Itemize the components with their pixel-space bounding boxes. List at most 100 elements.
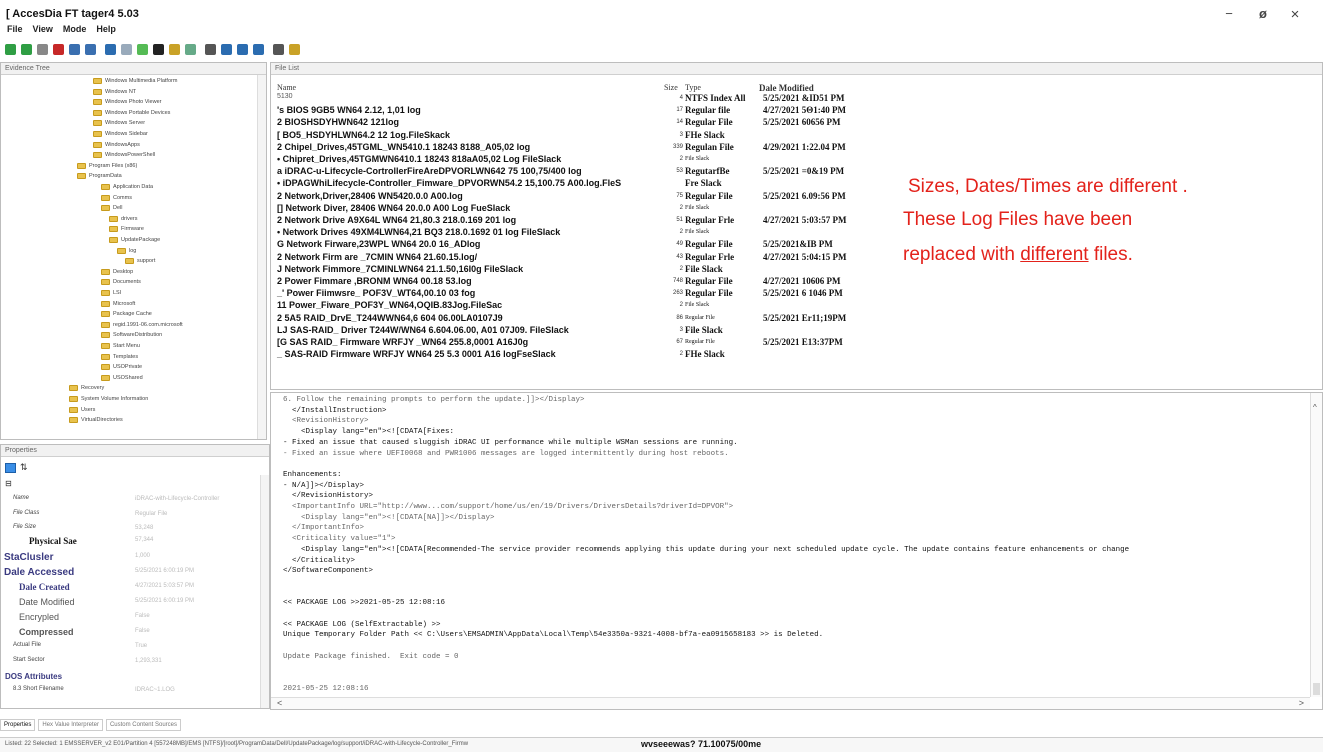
file-row[interactable]: a iDRAC-u-Lifecycle-CortrollerFireAreDPV…: [271, 166, 911, 178]
tree-item[interactable]: drivers: [109, 215, 138, 223]
tree-item[interactable]: WindowsApps: [93, 141, 140, 149]
minus-icon[interactable]: [153, 43, 164, 55]
tree-item[interactable]: Recovery: [69, 384, 104, 392]
list-icon[interactable]: [221, 43, 232, 55]
file-row[interactable]: [] Network Diver, 28406 WN64 20.0.0 A00 …: [271, 203, 911, 215]
tree-item[interactable]: Program Files (x86): [77, 162, 137, 170]
tree-item-label: Documents: [113, 279, 141, 286]
properties-scrollbar[interactable]: [260, 475, 269, 708]
file-row[interactable]: G Network Firware,23WPL WN64 20.0 16_ADl…: [271, 239, 911, 251]
column-name[interactable]: Name: [277, 83, 296, 92]
close-button[interactable]: ×: [1284, 6, 1306, 23]
tree-item[interactable]: Package Cache: [101, 310, 152, 318]
file-row[interactable]: • Network Drives 49XM4LWN64,21 BQ3 218.0…: [271, 227, 911, 239]
file-row[interactable]: • iDPAGWhiLifecycle-Controller_Fimware_D…: [271, 178, 911, 190]
column-date-modified[interactable]: Dale Modified: [759, 83, 814, 93]
tree-item[interactable]: regid.1991-06.com.microsoft: [101, 321, 183, 329]
sort-az-icon[interactable]: ⇅: [20, 462, 28, 473]
tree-item[interactable]: Windows Portable Devices: [93, 109, 170, 117]
minimize-button[interactable]: −: [1218, 6, 1240, 22]
tree-item[interactable]: ProgramData: [77, 172, 122, 180]
viewer-horizontal-scrollbar[interactable]: < >: [271, 697, 1310, 709]
tile-icon[interactable]: [85, 43, 96, 55]
tree-item[interactable]: USOShared: [101, 374, 143, 382]
tree-scrollbar[interactable]: [257, 75, 266, 439]
file-row[interactable]: 5130 4 NTFS Index All 5/25/2021 &ID51 PM: [271, 93, 911, 105]
file-row[interactable]: 11 Power_Fiware_POF3Y_WN64,OQIB.83Jog.Fi…: [271, 300, 911, 312]
image-icon[interactable]: [69, 43, 80, 55]
tree-item[interactable]: Windows Multimedia Platform: [93, 77, 177, 85]
file-row[interactable]: [G SAS RAID_ Firmware WRFJY _WN64 255.8,…: [271, 337, 911, 349]
tree-item[interactable]: Templates: [101, 353, 138, 361]
menu-help[interactable]: Help: [96, 24, 116, 38]
tree-item[interactable]: VirtualDirectories: [69, 416, 123, 424]
viewer-vertical-scrollbar[interactable]: ^: [1310, 393, 1322, 697]
green-db-icon[interactable]: [5, 43, 16, 55]
tree-item[interactable]: Firmware: [109, 225, 144, 233]
file-row[interactable]: J Network Fimmore_7CMINLWN64 21.1.50,16I…: [271, 264, 911, 276]
tree-item-label: drivers: [121, 215, 138, 222]
scroll-right-icon[interactable]: >: [1299, 698, 1304, 708]
tree-item[interactable]: Desktop: [101, 268, 133, 276]
tree-item[interactable]: Windows Sidebar: [93, 130, 148, 138]
file-row[interactable]: • Chipret_Drives,45TGMWN6410.1 18243 818…: [271, 154, 911, 166]
tree-item[interactable]: SoftwareDistribution: [101, 331, 162, 339]
gray-icon[interactable]: [37, 43, 48, 55]
file-row[interactable]: 2 Network Drive A9X64L WN64 21,80.3 218.…: [271, 215, 911, 227]
file-row[interactable]: 2 Network,Driver,28406 WN5420.0.0 A00.lo…: [271, 191, 911, 203]
tree-item[interactable]: Documents: [101, 278, 141, 286]
cloud-icon[interactable]: [121, 43, 132, 55]
page-icon[interactable]: [169, 43, 180, 55]
file-row[interactable]: 2 Power Fimmare ,BRONM WN64 00.18 53.log…: [271, 276, 911, 288]
tab-properties[interactable]: Properties: [0, 719, 36, 731]
column-size[interactable]: Size: [664, 83, 678, 92]
key-icon[interactable]: [289, 43, 300, 55]
grid-icon[interactable]: [237, 43, 248, 55]
maximize-button[interactable]: ø: [1252, 6, 1274, 22]
tree-item[interactable]: Microsoft: [101, 300, 135, 308]
scroll-left-icon[interactable]: <: [277, 698, 282, 708]
tree-item[interactable]: Application Data: [101, 183, 153, 191]
scroll-thumb[interactable]: [1313, 683, 1320, 695]
file-row[interactable]: [ BO5_HSDYHLWN64.2 12 1og.FileSkack 3 FHe …: [271, 130, 911, 142]
collapse-icon[interactable]: ⊟: [5, 479, 12, 488]
scroll-up-icon[interactable]: ^: [1313, 403, 1317, 412]
tree-item[interactable]: LSI: [101, 289, 121, 297]
file-row[interactable]: 2 Chipel_Drives,45TGML_WN5410.1 18243 81…: [271, 142, 911, 154]
menu-file[interactable]: File: [7, 24, 23, 38]
tree-item[interactable]: Start Menu: [101, 342, 140, 350]
tree-item[interactable]: WindowsPowerShell: [93, 151, 155, 159]
tab-custom-content[interactable]: Custom Content Sources: [105, 719, 181, 731]
tree-item[interactable]: Dell: [101, 204, 122, 212]
tree-item[interactable]: Comms: [101, 194, 132, 202]
file-row[interactable]: 's BIOS 9GB5 WN64 2.12, 1,01 log 17 Regula…: [271, 105, 911, 117]
save-icon[interactable]: [105, 43, 116, 55]
file-row[interactable]: _ SAS-RAID Firmware WRFJY WN64 25 5.3 00…: [271, 349, 911, 361]
tree-icon[interactable]: [273, 43, 284, 55]
tool-icon[interactable]: [137, 43, 148, 55]
tree-item[interactable]: Windows NT: [93, 88, 136, 96]
tree-item[interactable]: Users: [69, 406, 95, 414]
search-icon[interactable]: [185, 43, 196, 55]
doc-icon[interactable]: [205, 43, 216, 55]
tree-item[interactable]: USOPrivate: [101, 363, 142, 371]
menu-view[interactable]: View: [33, 24, 53, 38]
tree-item[interactable]: support: [125, 257, 155, 265]
column-type[interactable]: Type: [685, 83, 701, 92]
menu-mode[interactable]: Mode: [63, 24, 87, 38]
table-icon[interactable]: [253, 43, 264, 55]
file-row[interactable]: 2 5A5 RAID_DrvE_T244WWN64,6 604 06.00LA0…: [271, 313, 911, 325]
file-row[interactable]: 2 Network Firm are _7CMIN WN64 21.60.15.…: [271, 252, 911, 264]
file-row[interactable]: LJ SAS-RAID_ Driver T244W/WN64 6.604.06.…: [271, 325, 911, 337]
file-row[interactable]: _' Power Fiimwsre_ POF3V_WT64,00.10 03 f…: [271, 288, 911, 300]
tab-hex-interpreter[interactable]: Hex Value Interpreter: [38, 719, 103, 731]
red-db-icon[interactable]: [21, 43, 32, 55]
categorized-view-icon[interactable]: [5, 463, 16, 473]
tree-item[interactable]: System Volume Information: [69, 395, 148, 403]
tree-item[interactable]: Windows Server: [93, 119, 145, 127]
tree-item[interactable]: log: [117, 247, 136, 255]
tree-item[interactable]: UpdatePackage: [109, 236, 160, 244]
file-row[interactable]: 2 BIOSHSDYHWN642 121log 14 Regular File 5/2…: [271, 117, 911, 129]
red-icon[interactable]: [53, 43, 64, 55]
tree-item[interactable]: Windows Photo Viewer: [93, 98, 161, 106]
